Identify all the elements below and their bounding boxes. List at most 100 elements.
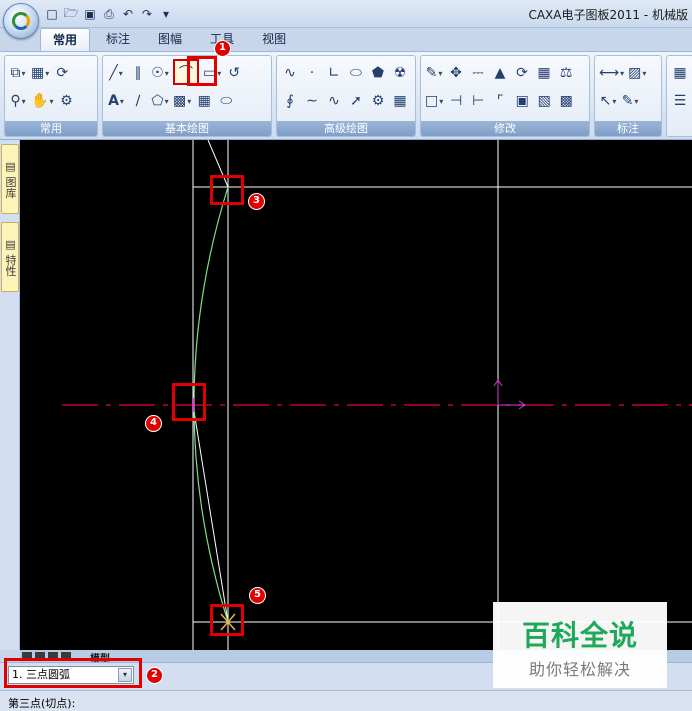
group-label-advanced-draw: 高级绘图 xyxy=(277,121,415,136)
drawing-svg xyxy=(62,140,692,650)
hole-table-icon[interactable]: ▦ xyxy=(391,91,409,111)
pan-icon[interactable]: ✋ ▾ xyxy=(31,91,53,111)
watermark-subtitle: 助你轻松解决 xyxy=(528,660,631,679)
status-bar: 第三点(切点): xyxy=(0,690,692,711)
tab-sheet[interactable]: 图幅 xyxy=(146,28,194,51)
diagonal-line-lower xyxy=(192,404,229,623)
group-advanced-draw: ∿ · ∟ ⬭ ⬟ ☢ ∮ ∼ ∿ ➚ ⚙ ▦ 高级绘图 xyxy=(276,55,416,137)
annotation-box-tangent-point xyxy=(172,383,206,421)
dimension-icon[interactable]: ⟷ ▾ xyxy=(599,63,624,83)
stretch-icon[interactable]: ▧ xyxy=(535,91,553,111)
group-annotate: ⟷ ▾ ▨ ▾ ↖ ▾ ✎ ▾ 标注 xyxy=(594,55,662,137)
polygon-icon[interactable]: ⬠ ▾ xyxy=(151,91,169,111)
grid-icon[interactable]: ▦ xyxy=(195,91,213,111)
group-modify: ✎ ▾ ✥ ⎓ ▲ ⟳ ▦ ⚖ □ ▾ ⊣ ⊢ ⌜ ▣ ▧ ▩ 修改 xyxy=(420,55,590,137)
extend-icon[interactable]: ⊢ xyxy=(469,91,487,111)
group-label-basic-draw: 基本绘图 xyxy=(103,121,271,136)
polyline-icon[interactable]: ∮ xyxy=(281,91,299,111)
ribbon-panel: ⧉ ▾ ▦ ▾ ⟳ ⚲ ▾ ✋ ▾ ⚙ 常用 ╱ ▾ ∥ ☉ ▾ ⌒ ▭ ▾ ↺ A ▾ ∕ ⬠… xyxy=(0,51,692,140)
group-common: ⧉ ▾ ▦ ▾ ⟳ ⚲ ▾ ✋ ▾ ⚙ 常用 xyxy=(4,55,98,137)
save-icon[interactable]: ▣ xyxy=(82,6,98,22)
watermark-title: 百科全说 xyxy=(521,619,638,652)
properties-tab[interactable]: ▤ 特性 xyxy=(1,222,19,292)
undo-icon[interactable]: ↶ xyxy=(120,6,136,22)
tab-annotate[interactable]: 标注 xyxy=(94,28,142,51)
pattern-icon[interactable]: ☢ xyxy=(391,63,409,83)
regenerate-icon[interactable]: ⟳ xyxy=(53,63,71,83)
menu-lines-icon[interactable]: ☰ xyxy=(671,91,689,111)
library-tab[interactable]: ▤ 图库 xyxy=(1,144,19,214)
hatch-icon[interactable]: ↺ xyxy=(225,63,243,83)
open-folder-icon[interactable]: 🗁 xyxy=(63,6,79,22)
group-label-modify: 修改 xyxy=(421,121,589,136)
watermark-logo: 百科全说 助你轻松解决 xyxy=(493,602,667,688)
group-label-annotate: 标注 xyxy=(595,121,661,136)
properties-panel-icon: ▤ xyxy=(4,237,17,251)
mirror-icon[interactable]: ▲ xyxy=(491,63,509,83)
centerline-icon[interactable]: ∕ xyxy=(129,91,147,111)
line-icon[interactable]: ╱ ▾ xyxy=(107,63,125,83)
circle-icon[interactable]: ☉ ▾ xyxy=(151,63,169,83)
redo-icon[interactable]: ↷ xyxy=(139,6,155,22)
tab-view[interactable]: 视图 xyxy=(250,28,298,51)
ellipse-icon[interactable]: ⬭ xyxy=(347,63,365,83)
scale-icon[interactable]: ⚖ xyxy=(557,63,575,83)
point-icon[interactable]: · xyxy=(303,63,321,83)
library-tab-label: 图库 xyxy=(4,176,17,199)
new-file-icon[interactable]: □ xyxy=(44,6,60,22)
left-tool-strip: ▤ 图库 ▤ 特性 xyxy=(0,140,20,650)
quick-access-toolbar: □ 🗁 ▣ ⎙ ↶ ↷ ▾ xyxy=(44,5,174,23)
library-icon: ▤ xyxy=(4,159,17,173)
rotate-icon[interactable]: ⟳ xyxy=(513,63,531,83)
annotation-box-mode-select xyxy=(4,658,142,688)
angle-icon[interactable]: ∟ xyxy=(325,63,343,83)
window-title: CAXA电子图板2011 - 机械版 xyxy=(528,8,688,22)
annotation-box-arc-tool xyxy=(187,56,217,86)
customize-qat-icon[interactable]: ▾ xyxy=(158,6,174,22)
leader-icon[interactable]: ↖ ▾ xyxy=(599,91,617,111)
gear-icon[interactable]: ⚙ xyxy=(369,91,387,111)
copy-icon[interactable]: ⎓ xyxy=(469,63,487,83)
layer-icon[interactable]: ▦ ▾ xyxy=(31,63,49,83)
explode-icon[interactable]: ▩ xyxy=(557,91,575,111)
drawing-canvas[interactable] xyxy=(20,140,692,650)
spline-icon[interactable]: ∿ xyxy=(281,63,299,83)
annotation-marker-1: 1 xyxy=(214,40,231,57)
wave-line-icon[interactable]: ∼ xyxy=(303,91,321,111)
pentagon-icon[interactable]: ⬟ xyxy=(369,63,387,83)
ribbon-tabs: 常用 标注 图幅 工具 视图 xyxy=(40,28,298,52)
annotation-marker-3: 3 xyxy=(248,193,265,210)
table-icon[interactable]: ▦ xyxy=(671,63,689,83)
select-window-icon[interactable]: □ ▾ xyxy=(425,91,443,111)
group-label-common: 常用 xyxy=(5,121,97,136)
print-icon[interactable]: ⎙ xyxy=(101,6,117,22)
properties-tab-label: 特性 xyxy=(4,254,17,277)
annotation-box-third-point xyxy=(210,604,244,636)
copy-format-icon[interactable]: ⧉ ▾ xyxy=(9,63,27,83)
text-icon[interactable]: A ▾ xyxy=(107,91,125,111)
fillet-icon[interactable]: ⌜ xyxy=(491,91,509,111)
arrow-icon[interactable]: ➚ xyxy=(347,91,365,111)
annotation-marker-2: 2 xyxy=(146,667,163,684)
annotation-marker-4: 4 xyxy=(145,415,162,432)
parallel-line-icon[interactable]: ∥ xyxy=(129,63,147,83)
boundary-icon[interactable]: ⬭ xyxy=(217,91,235,111)
trim-icon[interactable]: ⊣ xyxy=(447,91,465,111)
application-menu-button[interactable] xyxy=(3,3,39,39)
zoom-icon[interactable]: ⚲ ▾ xyxy=(9,91,27,111)
erase-icon[interactable]: ✎ ▾ xyxy=(425,63,443,83)
tab-common[interactable]: 常用 xyxy=(40,28,91,51)
caxa-logo-icon xyxy=(12,12,30,30)
command-prompt: 第三点(切点): xyxy=(8,697,76,710)
edit-annotation-icon[interactable]: ✎ ▾ xyxy=(621,91,639,111)
group-partial: ▦ ☰ xyxy=(666,55,692,137)
text-style-icon[interactable]: ▨ ▾ xyxy=(628,63,646,83)
move-icon[interactable]: ✥ xyxy=(447,63,465,83)
block-icon[interactable]: ▩ ▾ xyxy=(173,91,191,111)
chamfer-icon[interactable]: ▣ xyxy=(513,91,531,111)
annotation-box-first-point xyxy=(210,175,244,205)
break-line-icon[interactable]: ∿ xyxy=(325,91,343,111)
annotation-marker-5: 5 xyxy=(249,587,266,604)
array-icon[interactable]: ▦ xyxy=(535,63,553,83)
properties-icon[interactable]: ⚙ xyxy=(57,91,75,111)
